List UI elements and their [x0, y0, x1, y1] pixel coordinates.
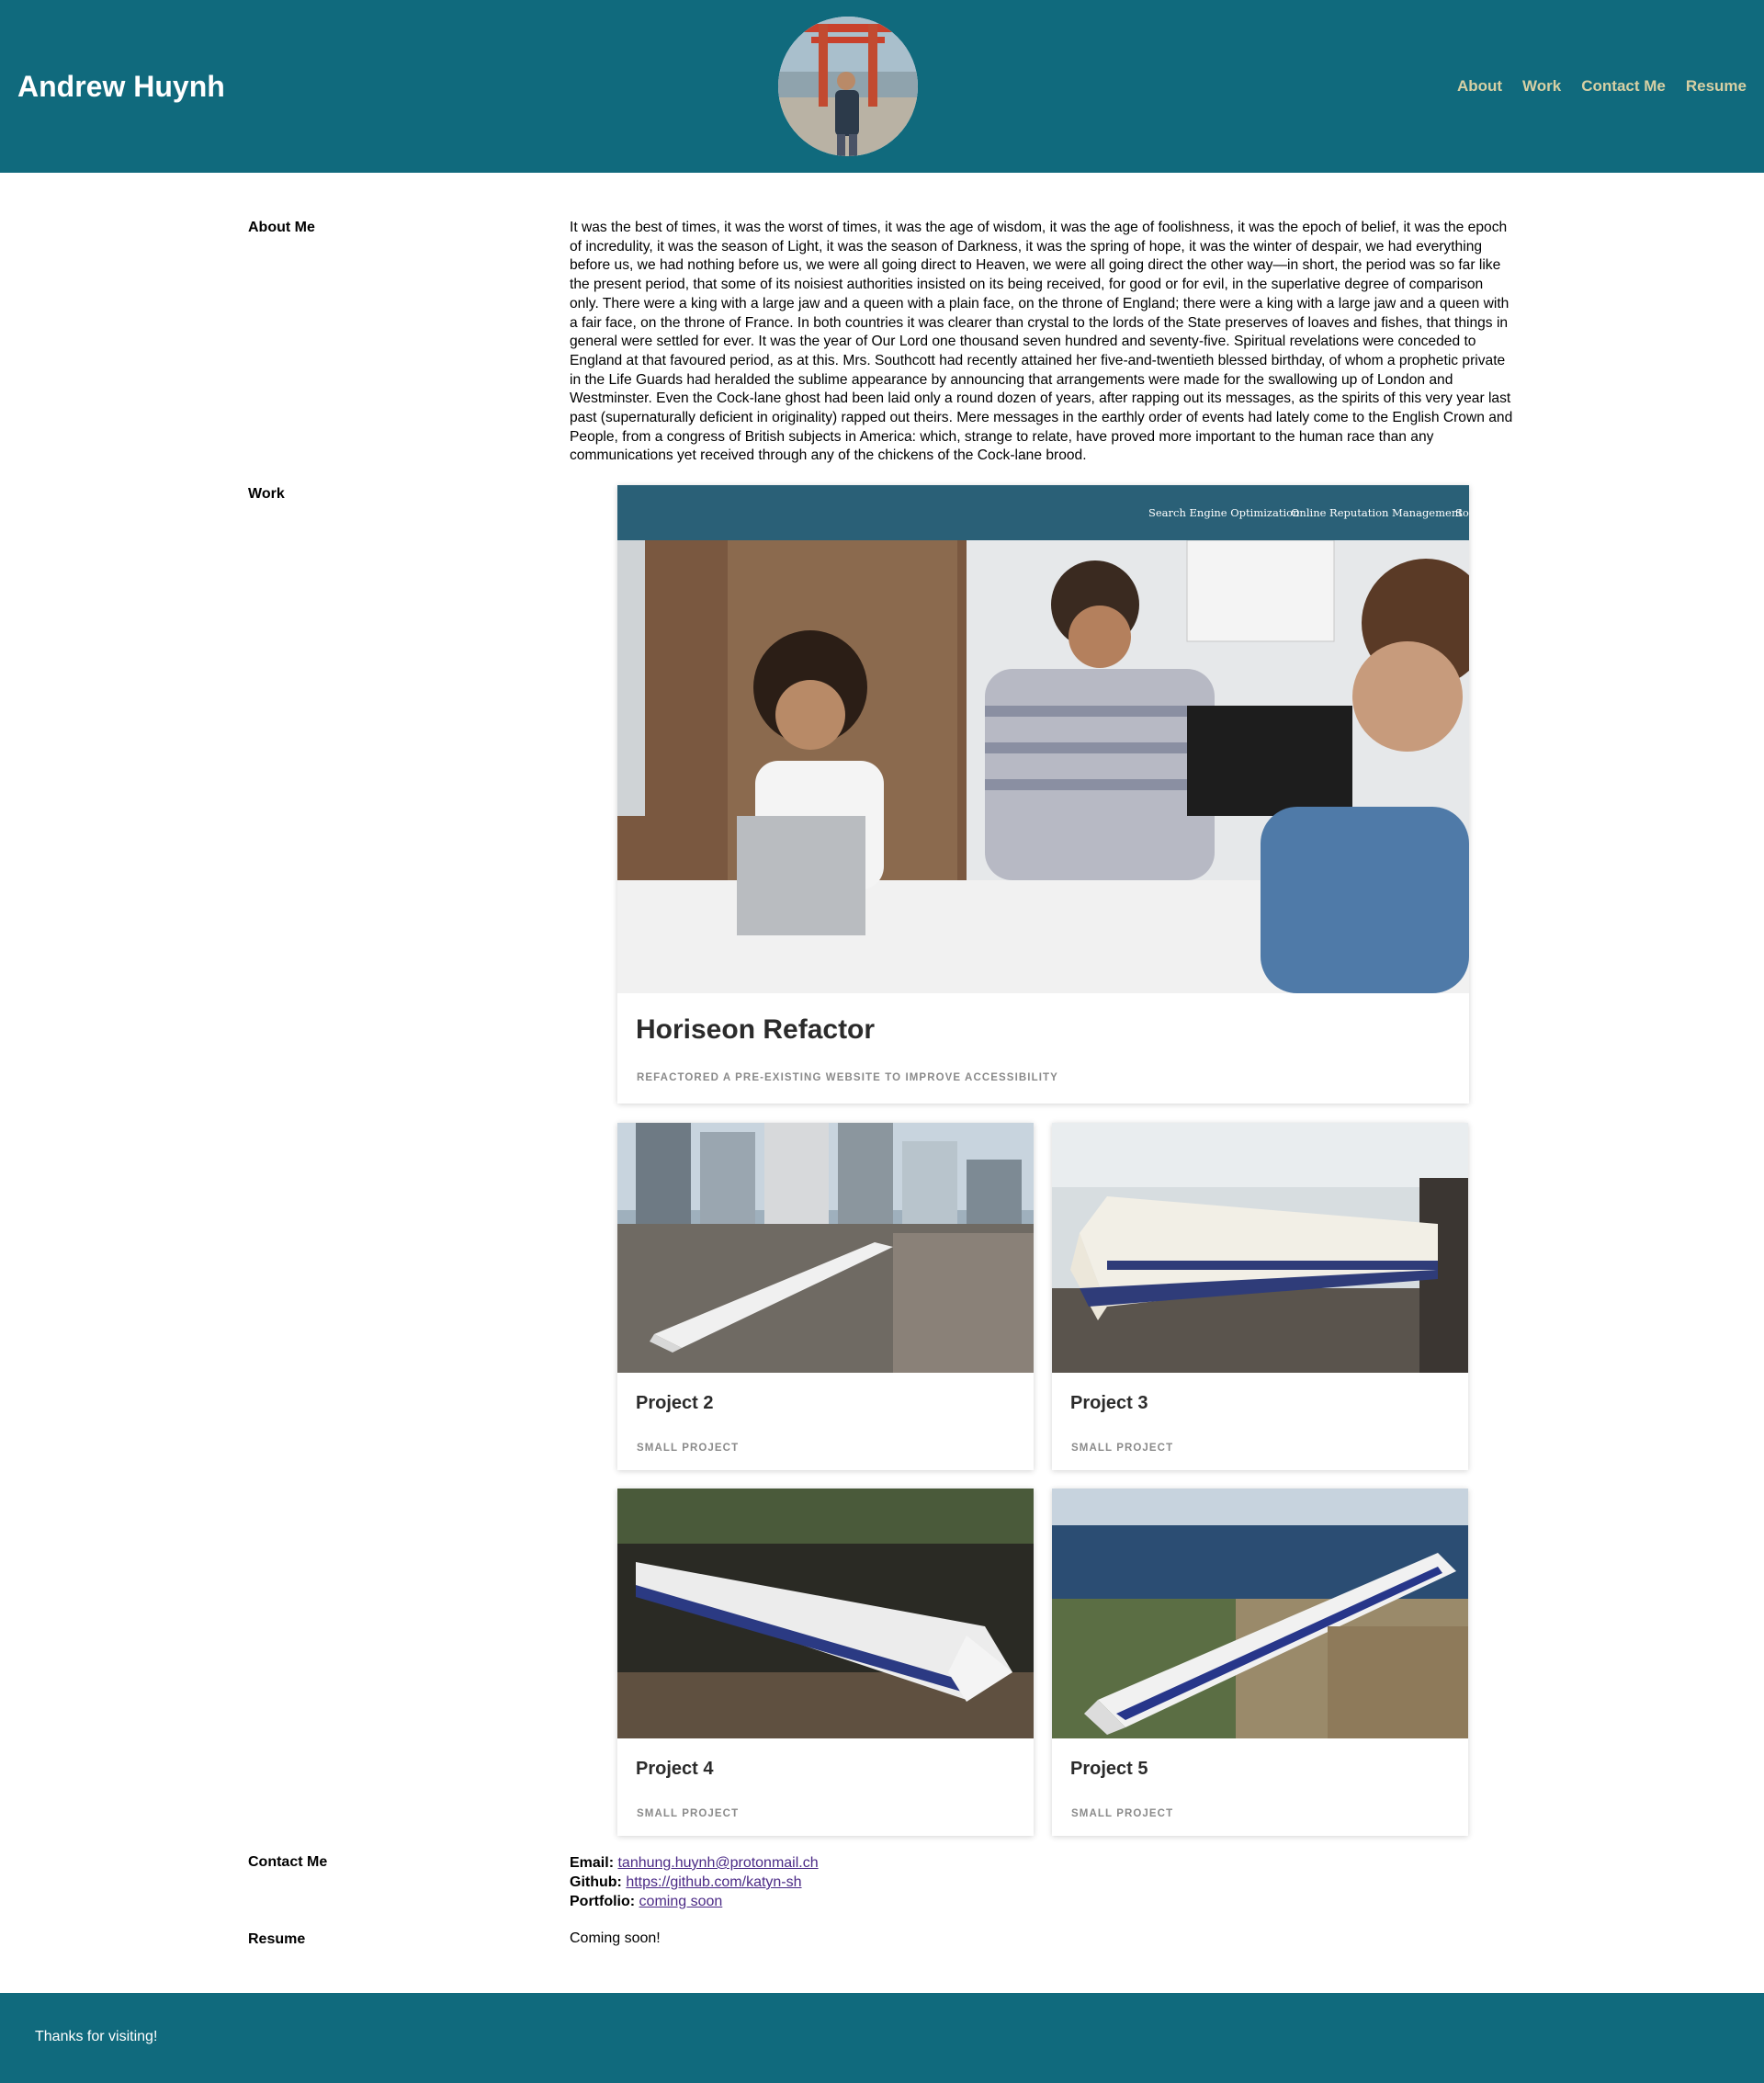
avatar-photo [778, 17, 918, 156]
project-title: Horiseon Refactor [636, 1014, 876, 1045]
email-label: Email: [570, 1855, 615, 1871]
featured-nav-item: So [1455, 506, 1469, 519]
contact-info: Email: tanhung.huynh@protonmail.ch Githu… [570, 1853, 819, 1911]
project-title: Project 2 [636, 1393, 714, 1413]
site-footer: Thanks for visiting! [0, 1993, 1764, 2083]
project-title: Project 3 [1070, 1393, 1148, 1413]
nav-link-about[interactable]: About [1457, 76, 1502, 96]
site-header: Andrew Huynh About Work Contact Me Resum… [0, 0, 1764, 173]
portfolio-label: Portfolio: [570, 1894, 636, 1909]
contact-portfolio-row: Portfolio: coming soon [570, 1892, 819, 1911]
nav-link-resume[interactable]: Resume [1686, 76, 1747, 96]
project-image-2 [617, 1123, 1034, 1373]
project-card-3[interactable]: Project 3 Small Project [1052, 1123, 1468, 1470]
project-subtitle: Refactored a pre-existing website to imp… [637, 1072, 1058, 1083]
project-subtitle: Small Project [637, 1808, 740, 1819]
resume-heading: Resume [248, 1931, 306, 1947]
nav-link-contact[interactable]: Contact Me [1581, 76, 1666, 96]
about-text: It was the best of times, it was the wor… [570, 220, 1513, 464]
avatar [778, 17, 918, 156]
github-label: Github: [570, 1874, 622, 1890]
project-image-5 [1052, 1489, 1468, 1738]
nav-link-work[interactable]: Work [1522, 76, 1561, 96]
project-image-4 [617, 1489, 1034, 1738]
github-link[interactable]: https://github.com/katyn-sh [626, 1874, 801, 1890]
footer-text: Thanks for visiting! [35, 2029, 158, 2044]
resume-text: Coming soon! [570, 1930, 661, 1946]
contact-heading: Contact Me [248, 1854, 328, 1870]
site-title: Andrew Huynh [17, 70, 225, 103]
email-link[interactable]: tanhung.huynh@protonmail.ch [617, 1855, 818, 1871]
project-card-2[interactable]: Project 2 Small Project [617, 1123, 1034, 1470]
work-heading: Work [248, 486, 285, 502]
about-heading: About Me [248, 220, 315, 235]
featured-nav-item: Online Reputation Management [1291, 506, 1463, 519]
project-image-3 [1052, 1123, 1468, 1373]
project-subtitle: Small Project [637, 1443, 740, 1454]
contact-github-row: Github: https://github.com/katyn-sh [570, 1873, 819, 1892]
main-nav: About Work Contact Me Resume [1457, 76, 1747, 96]
project-card-4[interactable]: Project 4 Small Project [617, 1489, 1034, 1836]
project-title: Project 5 [1070, 1759, 1148, 1779]
contact-email-row: Email: tanhung.huynh@protonmail.ch [570, 1853, 819, 1873]
project-image-featured: Search Engine Optimization Online Reputa… [617, 485, 1469, 993]
featured-nav-item: Search Engine Optimization [1148, 506, 1300, 519]
project-subtitle: Small Project [1071, 1443, 1174, 1454]
featured-screenshot-nav: Search Engine Optimization Online Reputa… [617, 485, 1469, 540]
portfolio-link[interactable]: coming soon [639, 1894, 723, 1909]
project-title: Project 4 [636, 1759, 714, 1779]
project-card-featured[interactable]: Search Engine Optimization Online Reputa… [617, 485, 1469, 1104]
project-card-5[interactable]: Project 5 Small Project [1052, 1489, 1468, 1836]
project-subtitle: Small Project [1071, 1808, 1174, 1819]
